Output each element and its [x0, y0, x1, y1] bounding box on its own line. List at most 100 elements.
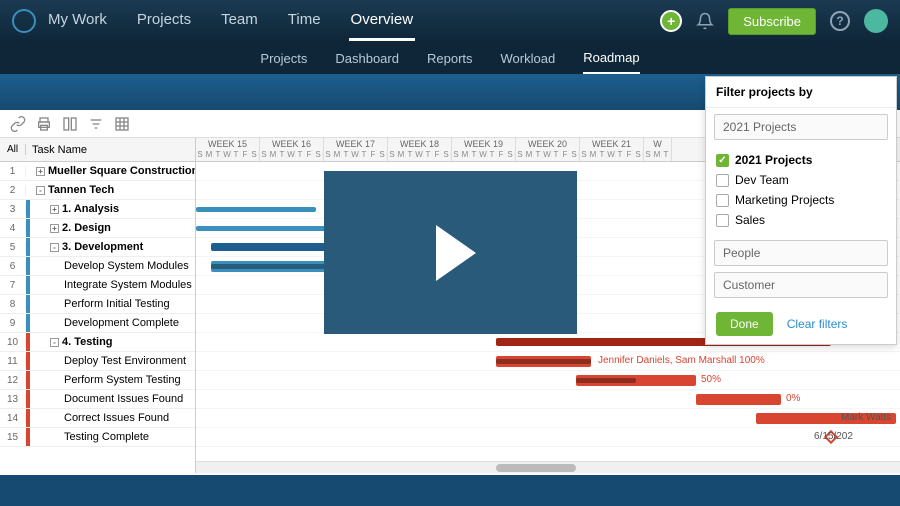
col-all-header[interactable]: All — [0, 144, 26, 155]
task-row[interactable]: 12 Perform System Testing — [0, 371, 195, 390]
row-number: 7 — [0, 280, 26, 291]
col-name-header[interactable]: Task Name — [26, 144, 87, 156]
help-icon[interactable]: ? — [830, 11, 850, 31]
columns-icon[interactable] — [62, 116, 78, 132]
filter-done-button[interactable]: Done — [716, 312, 773, 336]
nav-time[interactable]: Time — [286, 1, 323, 41]
row-number: 13 — [0, 394, 26, 405]
gantt-bar[interactable] — [496, 356, 591, 367]
task-row[interactable]: 11Deploy Test Environment — [0, 352, 195, 371]
play-icon — [436, 225, 476, 281]
week-label: WEEK 15 — [196, 138, 259, 150]
task-row[interactable]: 14Correct Issues Found — [0, 409, 195, 428]
row-number: 2 — [0, 185, 26, 196]
expand-icon[interactable]: - — [50, 338, 59, 347]
week-label: WEEK 18 — [388, 138, 451, 150]
user-avatar[interactable] — [864, 9, 888, 33]
bar-label: Mark Watts — [841, 412, 891, 423]
filter-option[interactable]: Sales — [716, 210, 886, 230]
subnav-reports[interactable]: Reports — [427, 44, 473, 73]
subnav-roadmap[interactable]: Roadmap — [583, 43, 639, 74]
filter-icon[interactable] — [88, 116, 104, 132]
filter-panel: Filter projects by 2021 Projects ✓2021 P… — [705, 76, 897, 345]
task-name: -Tannen Tech — [30, 184, 195, 196]
task-name: +1. Analysis — [30, 203, 195, 215]
task-name: Develop System Modules — [30, 260, 195, 272]
row-number: 4 — [0, 223, 26, 234]
expand-icon[interactable]: + — [36, 167, 45, 176]
task-row[interactable]: 9Development Complete — [0, 314, 195, 333]
bell-icon[interactable] — [696, 12, 714, 30]
filter-option[interactable]: Dev Team — [716, 170, 886, 190]
top-navbar: My Work Projects Team Time Overview + Subscr… — [0, 0, 900, 42]
row-number: 6 — [0, 261, 26, 272]
link-icon[interactable] — [10, 116, 26, 132]
main-nav: My Work Projects Team Time Overview — [46, 1, 415, 41]
checkbox-icon: ✓ — [716, 154, 729, 167]
task-name: Testing Complete — [30, 431, 195, 443]
nav-my-work[interactable]: My Work — [46, 1, 109, 41]
row-number: 15 — [0, 432, 26, 443]
filter-option-label: Dev Team — [735, 173, 789, 187]
gantt-bar[interactable] — [196, 207, 316, 212]
task-name: Perform System Testing — [30, 374, 195, 386]
subnav-dashboard[interactable]: Dashboard — [335, 44, 399, 73]
gantt-bar[interactable] — [576, 375, 696, 386]
app-logo[interactable] — [12, 9, 36, 33]
row-number: 8 — [0, 299, 26, 310]
task-row[interactable]: 2 -Tannen Tech — [0, 181, 195, 200]
horizontal-scrollbar[interactable] — [196, 461, 900, 473]
week-label: WEEK 20 — [516, 138, 579, 150]
row-number: 10 — [0, 337, 26, 348]
filter-option[interactable]: ✓ 2021 Projects — [716, 150, 886, 170]
task-row[interactable]: 7Integrate System Modules — [0, 276, 195, 295]
gantt-row: Jennifer Daniels, Sam Marshall 100% — [196, 352, 900, 371]
expand-icon[interactable]: - — [36, 186, 45, 195]
task-name: Perform Initial Testing — [30, 298, 195, 310]
row-number: 14 — [0, 413, 26, 424]
task-row[interactable]: 4+2. Design — [0, 219, 195, 238]
row-number: 3 — [0, 204, 26, 215]
print-icon[interactable] — [36, 116, 52, 132]
subnav-projects[interactable]: Projects — [260, 44, 307, 73]
task-row[interactable]: 13Document Issues Found — [0, 390, 195, 409]
subscribe-button[interactable]: Subscribe — [728, 8, 816, 35]
filter-option-label: 2021 Projects — [735, 153, 812, 167]
gantt-row: Mark Watts — [196, 409, 900, 428]
filter-option-label: Marketing Projects — [735, 193, 834, 207]
row-number: 12 — [0, 375, 26, 386]
task-name: Development Complete — [30, 317, 195, 329]
task-row[interactable]: 15 Testing Complete — [0, 428, 195, 447]
bar-label: 50% — [701, 374, 721, 385]
filter-customer-input[interactable]: Customer — [714, 272, 888, 298]
add-button[interactable]: + — [660, 10, 682, 32]
week-label: WEEK 16 — [260, 138, 323, 150]
filter-people-input[interactable]: People — [714, 240, 888, 266]
grid-icon[interactable] — [114, 116, 130, 132]
footer-bar — [0, 475, 900, 506]
gantt-bar[interactable] — [696, 394, 781, 405]
filter-clear-link[interactable]: Clear filters — [787, 317, 848, 331]
subnav-workload[interactable]: Workload — [501, 44, 556, 73]
nav-overview[interactable]: Overview — [349, 1, 416, 41]
nav-projects[interactable]: Projects — [135, 1, 193, 41]
row-number: 5 — [0, 242, 26, 253]
filter-option[interactable]: Marketing Projects — [716, 190, 886, 210]
row-number: 1 — [0, 166, 26, 177]
video-play-overlay[interactable] — [324, 171, 577, 334]
checkbox-icon — [716, 194, 729, 207]
checkbox-icon — [716, 174, 729, 187]
task-row[interactable]: 3 +1. Analysis — [0, 200, 195, 219]
task-row[interactable]: 8 Perform Initial Testing — [0, 295, 195, 314]
week-label: W — [644, 138, 671, 150]
nav-team[interactable]: Team — [219, 1, 260, 41]
filter-search-input[interactable]: 2021 Projects — [714, 114, 888, 140]
expand-icon[interactable]: - — [50, 243, 59, 252]
task-row[interactable]: 1+Mueller Square Construction — [0, 162, 195, 181]
expand-icon[interactable]: + — [50, 205, 59, 214]
task-row[interactable]: 10-4. Testing — [0, 333, 195, 352]
task-row[interactable]: 6 Develop System Modules — [0, 257, 195, 276]
task-row[interactable]: 5-3. Development — [0, 238, 195, 257]
checkbox-icon — [716, 214, 729, 227]
expand-icon[interactable]: + — [50, 224, 59, 233]
